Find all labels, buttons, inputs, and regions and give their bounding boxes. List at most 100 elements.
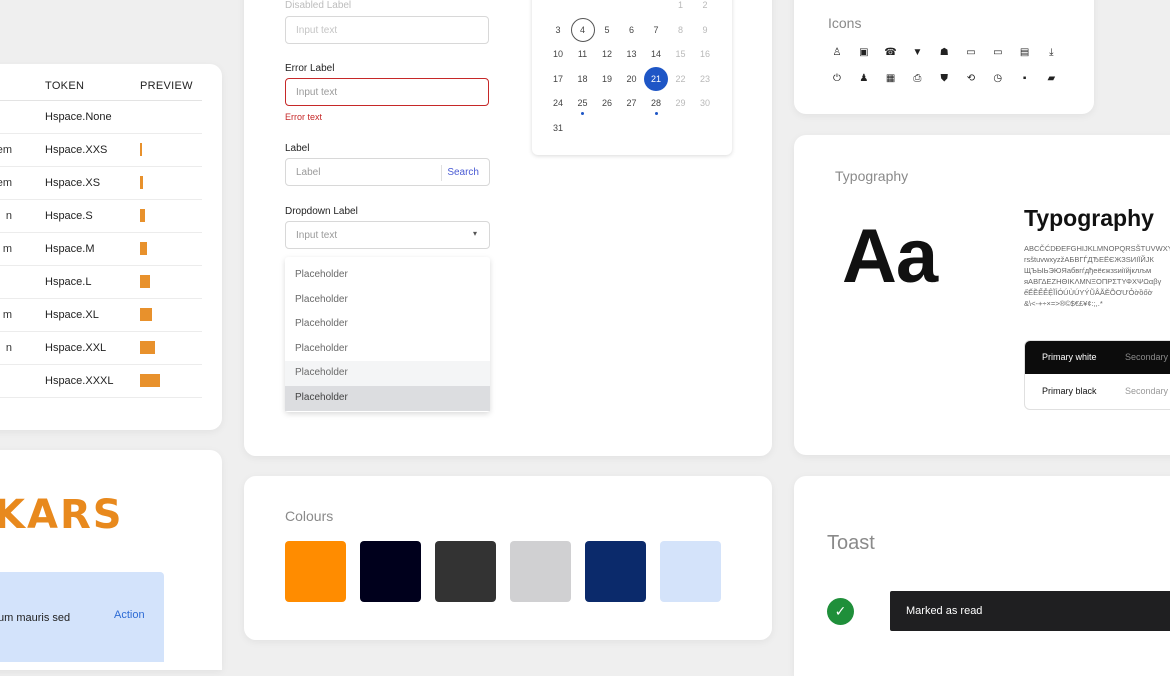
table-row: Hspace.XXXL xyxy=(0,364,202,398)
calendar-day[interactable]: 12 xyxy=(595,42,619,66)
calendar-event-dot xyxy=(581,112,584,115)
colour-swatch xyxy=(510,541,571,602)
calendar-day[interactable]: 13 xyxy=(620,42,644,66)
dropdown-option[interactable]: Placeholder xyxy=(285,361,490,386)
token-value: em xyxy=(0,144,12,156)
calendar-day[interactable]: 4 xyxy=(570,17,595,42)
calendar-day[interactable]: 31 xyxy=(546,116,570,140)
calendar-day[interactable]: 22 xyxy=(669,67,693,91)
calendar-day[interactable]: 3 xyxy=(546,18,570,42)
accessibility-icon: ♟ xyxy=(859,73,869,84)
calendar-day[interactable]: 20 xyxy=(620,67,644,91)
picture-in-picture-alt-icon: ▭ xyxy=(993,47,1003,58)
token-preview-bar xyxy=(140,275,150,288)
glyph-line: ЩЪЫЬЭЮЯабвгѓдђеёєжзѕиіїйјклљм xyxy=(1024,266,1152,275)
calendar-day[interactable]: 30 xyxy=(693,91,717,115)
colour-swatch xyxy=(435,541,496,602)
calendar-day[interactable]: 11 xyxy=(571,42,595,66)
disabled-input: Input text xyxy=(285,16,489,44)
glyph-line: ABCČĆDĐEFGHIJKLMNOPQRSŠTUVWXYZŽ xyxy=(1024,244,1170,253)
dropdown-option[interactable]: Placeholder xyxy=(285,312,490,337)
search-input-placeholder: Label xyxy=(296,167,321,178)
calendar-event-dot xyxy=(654,112,658,115)
calendar-day[interactable]: 24 xyxy=(546,91,570,115)
banner-text: um mauris sed xyxy=(0,612,71,624)
token-name: Hspace.None xyxy=(45,111,112,123)
dropdown-option[interactable]: Placeholder xyxy=(285,385,490,411)
table-row: m Hspace.M xyxy=(0,232,202,266)
calendar-day[interactable]: 17 xyxy=(546,67,570,91)
calendar-day[interactable]: 14 xyxy=(644,42,668,66)
person-icon: ♙ xyxy=(832,47,842,58)
token-preview-bar xyxy=(140,341,155,354)
typography-card: Typography Aa Typography ABCČĆDĐEFGHIJKL… xyxy=(794,135,1170,455)
calendar-day[interactable]: 23 xyxy=(693,67,717,91)
token-name: Hspace.XXXL xyxy=(45,375,114,387)
token-value: n xyxy=(5,342,12,354)
wifi-icon: ▼ xyxy=(912,47,923,58)
calendar-day[interactable]: 18 xyxy=(571,67,595,91)
typography-heading: Typography xyxy=(1024,205,1154,231)
error-label: Error Label xyxy=(285,63,335,74)
description-icon: ▤ xyxy=(1019,47,1030,58)
calendar-day[interactable]: 15 xyxy=(669,42,693,66)
calendar-day[interactable]: 16 xyxy=(693,42,717,66)
photo-library-icon: ▣ xyxy=(859,47,869,58)
calendar-day[interactable]: 8 xyxy=(669,18,693,42)
colours-title: Colours xyxy=(285,508,334,524)
primary-black-text: Primary black xyxy=(1042,386,1097,396)
token-name: Hspace.XXL xyxy=(45,342,107,354)
error-input[interactable]: Input text xyxy=(285,78,489,106)
color-text-table: Primary white Secondary Primary black Se… xyxy=(1024,340,1170,410)
calendar-day[interactable]: 29 xyxy=(669,91,693,115)
form-components-card: Disabled Label Input text Error Label In… xyxy=(244,0,772,456)
dropdown-option[interactable]: Placeholder xyxy=(285,288,490,313)
toast-message-text: Marked as read xyxy=(906,605,983,617)
table-row: n Hspace.XXL xyxy=(0,331,202,365)
calendar-day[interactable]: 21 xyxy=(644,66,668,91)
dropdown-select[interactable]: Input text ▾ xyxy=(285,221,490,249)
forum-icon: ▰ xyxy=(1047,73,1056,84)
print-icon: ⎙ xyxy=(913,73,922,84)
calendar-day[interactable]: 1 xyxy=(669,0,693,17)
token-name: Hspace.XXS xyxy=(45,144,108,156)
dropdown-option[interactable]: Placeholder xyxy=(285,263,490,288)
calendar-day[interactable]: 10 xyxy=(546,42,570,66)
shield-icon: ⛊ xyxy=(940,73,948,84)
dropdown-option[interactable]: Placeholder xyxy=(285,337,490,362)
calendar-day[interactable]: 19 xyxy=(595,67,619,91)
power-icon: ⏻ xyxy=(833,73,841,84)
token-preview-bar xyxy=(140,374,160,387)
table-row: m Hspace.XL xyxy=(0,298,202,332)
token-name: Hspace.S xyxy=(45,210,93,222)
table-row: em Hspace.XS xyxy=(0,166,202,200)
toast-message: Marked as read xyxy=(890,591,1170,631)
calendar-widget: 1 2 3 4 5 6 7 8 9 10 11 12 13 14 15 16 17 18 19 20 21 22 23 24 2… xyxy=(532,0,732,155)
token-value: n xyxy=(5,210,12,222)
calendar-day[interactable]: 5 xyxy=(595,18,619,42)
brand-logo: KARS xyxy=(0,492,124,538)
typography-title: Typography xyxy=(835,168,909,184)
calendar-day[interactable]: 7 xyxy=(644,18,668,42)
table-row: Hspace.L xyxy=(0,265,202,299)
colour-swatch xyxy=(660,541,721,602)
calendar-day[interactable]: 26 xyxy=(595,91,619,115)
calendar-day[interactable]: 27 xyxy=(620,91,644,115)
calendar-day[interactable]: 2 xyxy=(693,0,717,17)
toast-card: Toast ✓ Marked as read xyxy=(794,476,1170,676)
token-value: m xyxy=(2,309,12,321)
banner-action-button[interactable]: Action xyxy=(114,609,145,621)
search-input[interactable]: Label Search xyxy=(285,158,490,186)
table-row: Hspace.None xyxy=(0,100,202,134)
check-icon: ✓ xyxy=(827,598,854,625)
tokens-table-header: TOKEN PREVIEW xyxy=(0,72,202,101)
primary-white-row: Primary white Secondary xyxy=(1025,341,1170,374)
token-preview-bar xyxy=(140,209,145,222)
calendar-day[interactable]: 6 xyxy=(620,18,644,42)
colour-swatch xyxy=(360,541,421,602)
colours-card: Colours xyxy=(244,476,772,640)
info-banner: um mauris sed Action xyxy=(0,572,164,662)
calendar-day[interactable]: 9 xyxy=(693,18,717,42)
search-button[interactable]: Search xyxy=(441,165,489,181)
preview-column-header: PREVIEW xyxy=(140,80,193,92)
